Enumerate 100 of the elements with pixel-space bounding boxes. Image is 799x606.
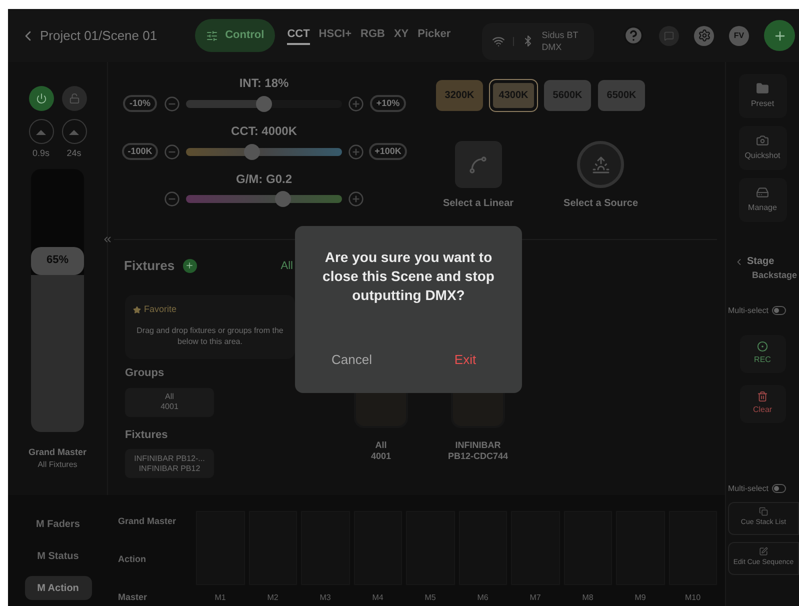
decrease-step-button[interactable]: -10% — [123, 95, 156, 112]
copy-icon — [759, 507, 768, 516]
mode-tab[interactable]: HSCI+ — [318, 26, 352, 46]
connection-status[interactable]: Sidus BT DMX — [482, 22, 594, 60]
fader-label: Grand Master — [28, 446, 87, 458]
line-icon — [468, 154, 488, 174]
master-row-label: Master — [118, 590, 148, 604]
lock-button[interactable] — [62, 86, 86, 111]
plus-icon[interactable] — [348, 191, 364, 207]
record-button[interactable]: REC — [740, 334, 786, 372]
minus-icon[interactable] — [164, 191, 180, 207]
filter-link[interactable]: All — [280, 258, 293, 274]
fixtures-subheading: Fixtures — [125, 428, 169, 442]
color-temperature-preset[interactable]: 4300K — [490, 80, 537, 111]
slider-title: INT: 18% — [239, 75, 289, 92]
master-column-label: M4 — [372, 592, 384, 604]
camera-icon — [756, 134, 769, 147]
mode-tab[interactable]: CCT — [287, 26, 310, 46]
fade-in-button[interactable] — [28, 119, 54, 144]
master-column-label: M2 — [267, 592, 278, 604]
mode-tab[interactable]: Picker — [418, 26, 451, 46]
drive-icon — [756, 186, 769, 199]
fixtures-heading: Fixtures — [124, 257, 175, 275]
page-tab[interactable]: M Status — [24, 544, 92, 568]
plus-icon[interactable] — [348, 96, 364, 112]
group-item[interactable]: All 4001 — [125, 388, 214, 416]
master-row-label: Grand Master — [118, 515, 178, 528]
increase-step-button[interactable]: +10% — [370, 95, 406, 112]
tile-subtitle: 4001 — [370, 451, 392, 462]
master-column-label: M10 — [684, 592, 701, 604]
color-temperature-preset[interactable]: 3200K — [436, 80, 483, 111]
source-button[interactable] — [577, 141, 624, 188]
fade-in-icon — [35, 128, 47, 136]
fade-out-button[interactable] — [62, 119, 86, 144]
slider-thumb[interactable] — [256, 96, 272, 112]
fader-sublabel: All Fixtures — [38, 459, 78, 471]
master-column-label: M3 — [320, 592, 331, 604]
favorite-title: Favorite — [144, 303, 177, 316]
page-tab[interactable]: M Action — [24, 576, 92, 600]
chat-icon — [664, 30, 674, 40]
unlocked-icon — [68, 93, 80, 104]
exit-button[interactable]: Exit — [408, 350, 522, 369]
tool-button[interactable]: Preset — [738, 74, 786, 118]
plus-icon[interactable] — [348, 144, 364, 160]
minus-icon[interactable] — [164, 96, 180, 112]
tile-subtitle: PB12-CDC744 — [448, 451, 508, 462]
slider-thumb[interactable] — [274, 191, 291, 207]
add-fixture-button[interactable] — [182, 258, 197, 273]
sunrise-icon — [592, 156, 610, 174]
multi-select-label: Multi-select — [728, 482, 768, 494]
slider-thumb[interactable] — [244, 144, 260, 160]
master-column-label: M1 — [214, 592, 226, 604]
scene-title: Project 01/Scene 01 — [40, 26, 158, 45]
star-icon — [133, 306, 141, 314]
increase-step-button[interactable]: +100K — [368, 143, 408, 160]
page-tab[interactable]: M Faders — [24, 512, 92, 536]
minus-icon[interactable] — [164, 144, 180, 160]
groups-heading: Groups — [125, 366, 166, 381]
clear-button[interactable]: Clear — [740, 384, 786, 422]
user-avatar[interactable]: FV — [729, 26, 749, 46]
fade-in-time: 0.9s — [32, 147, 50, 160]
edit-icon — [759, 547, 768, 556]
plus-icon — [185, 261, 194, 270]
wifi-icon — [492, 34, 505, 48]
chat-button[interactable] — [659, 26, 679, 46]
settings-button[interactable] — [694, 26, 714, 46]
plus-icon — [772, 28, 786, 42]
dialog-message: Are you sure you want to close this Scene and stop outputting DMX? — [322, 248, 496, 305]
source-label: Select a Linear — [442, 197, 514, 211]
source-label: Select a Source — [564, 197, 638, 211]
fade-out-time: 24s — [66, 147, 82, 160]
collapse-icon[interactable] — [102, 234, 113, 245]
add-button[interactable] — [764, 20, 795, 51]
mode-tab[interactable]: RGB — [360, 26, 385, 46]
tile-name: All — [375, 440, 387, 451]
master-fader-track[interactable]: 65% — [31, 168, 84, 432]
master-fader-thumb[interactable]: 65% — [31, 246, 84, 275]
toggle-switch[interactable] — [772, 306, 786, 315]
fade-out-icon — [68, 128, 80, 136]
control-button[interactable]: Control — [195, 19, 276, 52]
tile-name: INFINIBAR — [455, 440, 501, 451]
tool-button[interactable]: Quickshot — [738, 126, 786, 170]
power-button[interactable] — [28, 86, 54, 111]
connection-name: Sidus BT — [542, 29, 578, 41]
master-column-label: M9 — [634, 592, 646, 604]
help-icon[interactable] — [623, 25, 644, 46]
toggle-switch[interactable] — [772, 484, 786, 493]
connection-protocol: DMX — [542, 41, 563, 53]
linear-button[interactable] — [454, 141, 502, 188]
mode-tab[interactable]: XY — [394, 26, 409, 46]
tool-button[interactable]: Manage — [738, 178, 786, 222]
cancel-button[interactable]: Cancel — [295, 350, 408, 369]
master-column-label: M6 — [477, 592, 488, 604]
folder-icon — [756, 82, 769, 95]
trash-icon — [757, 391, 768, 402]
decrease-step-button[interactable]: -100K — [122, 143, 158, 160]
slider-title: G/M: G0.2 — [236, 171, 292, 188]
slider-title: CCT: 4000K — [230, 123, 298, 140]
fixture-item[interactable]: INFINIBAR PB12-... INFINIBAR PB12 — [125, 449, 214, 478]
stage-title: Stage — [747, 255, 774, 269]
